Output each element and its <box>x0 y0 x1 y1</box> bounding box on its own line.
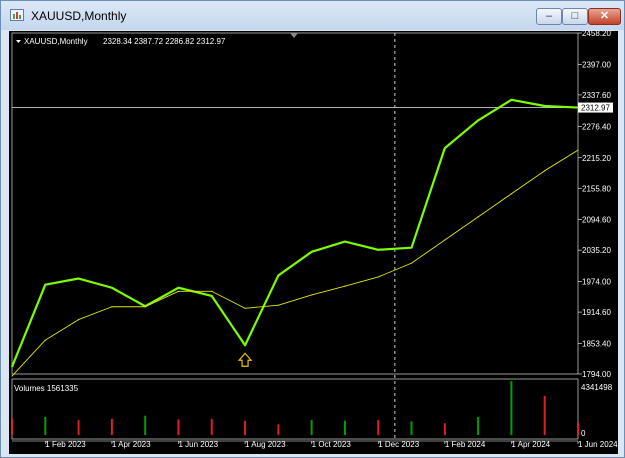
moving-average-point <box>510 193 513 195</box>
price-point <box>244 344 246 346</box>
minimize-button[interactable]: – <box>536 8 562 25</box>
moving-average-point <box>477 216 479 218</box>
minimize-icon: – <box>545 10 553 22</box>
moving-average-point <box>344 285 346 287</box>
y-tick-label: 2337.60 <box>582 91 611 100</box>
volume-axis-max-label: 4341498 <box>581 383 613 392</box>
moving-average-point <box>144 306 146 308</box>
title-bar[interactable]: XAUUSD,Monthly – □ ✕ <box>1 1 624 30</box>
moving-average-point <box>244 307 246 309</box>
price-point <box>111 287 113 289</box>
x-tick-label: 1 Dec 2023 <box>378 440 419 449</box>
moving-average-point <box>111 306 113 308</box>
x-tick-label: 1 Aug 2023 <box>245 440 286 449</box>
price-point <box>477 119 479 121</box>
moving-average-point <box>311 294 313 296</box>
window-title: XAUUSD,Monthly <box>31 9 127 23</box>
x-tick-label: 1 Jun 2024 <box>578 440 618 449</box>
moving-average-point <box>44 339 46 341</box>
price-point <box>277 274 279 277</box>
y-tick-label: 1853.40 <box>582 340 611 349</box>
price-point <box>77 277 80 280</box>
moving-average-point <box>444 239 446 241</box>
y-tick-label: 2397.00 <box>582 60 611 69</box>
price-point <box>177 287 180 289</box>
y-tick-label: 1974.00 <box>582 278 611 287</box>
volume-panel-frame <box>11 378 579 440</box>
price-point <box>444 147 446 149</box>
price-point <box>544 105 546 107</box>
close-button[interactable]: ✕ <box>588 8 621 25</box>
price-panel-frame <box>11 32 579 375</box>
ohlc-values: 2328.34 2387.72 2286.82 2312.97 <box>103 37 226 46</box>
price-point <box>11 366 13 368</box>
price-point <box>410 247 413 249</box>
moving-average-point <box>377 276 379 278</box>
chart-window-icon <box>10 9 24 21</box>
chart-window: XAUUSD,Monthly – □ ✕ 2458.20 2397.00 2337.… <box>0 0 625 458</box>
price-point <box>377 249 379 251</box>
x-tick-label: 1 Feb 2024 <box>445 440 486 449</box>
symbol-menu-icon <box>16 40 21 43</box>
volume-label: Volumes 1561335 <box>14 384 79 393</box>
price-point <box>510 99 513 101</box>
x-tick-label: 1 Apr 2024 <box>511 440 550 449</box>
price-series-line <box>10 98 579 368</box>
chart-shift-marker-icon <box>290 33 298 38</box>
moving-average-point <box>211 290 213 292</box>
moving-average-point <box>544 170 546 172</box>
symbol-label: XAUUSD,Monthly <box>24 37 88 46</box>
volume-axis-min-label: 0 <box>581 429 586 438</box>
maximize-icon: □ <box>571 10 579 22</box>
close-icon: ✕ <box>599 10 610 22</box>
moving-average-point <box>410 262 413 264</box>
price-point <box>344 240 346 243</box>
x-tick-label: 1 Apr 2023 <box>112 440 151 449</box>
y-tick-label: 1794.00 <box>582 370 611 379</box>
y-tick-label: 2276.40 <box>582 122 611 131</box>
x-tick-label: 1 Oct 2023 <box>312 440 352 449</box>
price-point <box>311 251 313 253</box>
price-chart[interactable]: 2458.20 2397.00 2337.60 2276.40 2215.20 2155.… <box>9 31 618 454</box>
chart-area[interactable]: 2458.20 2397.00 2337.60 2276.40 2215.20 2155.… <box>9 31 618 454</box>
x-tick-label: 1 Feb 2023 <box>45 440 86 449</box>
y-tick-label: 2094.60 <box>582 216 611 225</box>
maximize-button[interactable]: □ <box>562 8 588 25</box>
y-tick-label: 2458.20 <box>582 31 611 38</box>
x-tick-label: 1 Jun 2023 <box>178 440 218 449</box>
price-point <box>211 295 213 297</box>
moving-average-point <box>11 375 13 377</box>
y-tick-label: 1914.60 <box>582 308 611 317</box>
up-arrow-icon <box>237 352 253 367</box>
moving-average-point <box>577 149 579 151</box>
current-price-label: 2312.97 <box>581 104 610 113</box>
y-tick-label: 2035.20 <box>582 246 611 255</box>
moving-average-point <box>177 290 180 292</box>
y-tick-label: 2215.20 <box>582 154 611 163</box>
y-tick-label: 2155.80 <box>582 184 611 193</box>
price-point <box>44 284 46 286</box>
moving-average-point <box>77 318 80 321</box>
moving-average-point <box>277 304 279 306</box>
